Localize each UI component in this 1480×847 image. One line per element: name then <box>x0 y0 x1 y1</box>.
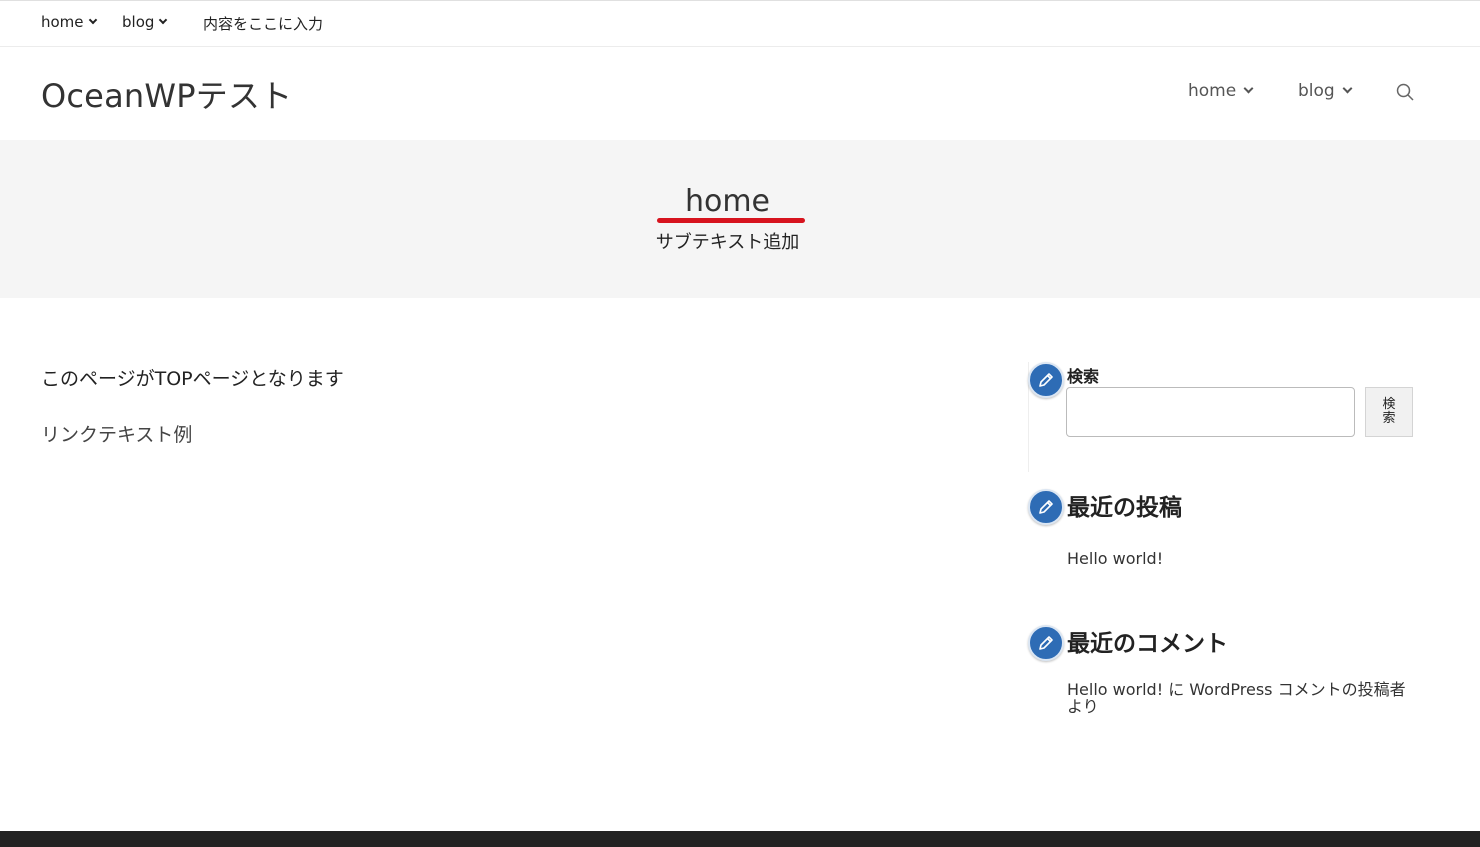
search-button[interactable]: 検索 <box>1365 387 1413 437</box>
nav-item-blog[interactable]: blog <box>1298 81 1353 101</box>
recent-comment-link[interactable]: Hello world! に WordPress コメントの投稿者 より <box>1067 681 1417 715</box>
topbar-item-label: home <box>41 13 84 31</box>
page-subtext: サブテキスト追加 <box>655 232 800 253</box>
chevron-down-icon <box>1342 83 1353 94</box>
nav-item-label: home <box>1188 81 1237 101</box>
search-input[interactable] <box>1066 387 1355 437</box>
recent-posts-title: 最近の投稿 <box>1067 495 1182 521</box>
topbar-item-home[interactable]: home <box>41 13 97 31</box>
page-title: home <box>684 184 771 219</box>
chevron-down-icon <box>1243 83 1254 94</box>
pencil-icon <box>1028 489 1064 525</box>
top-bar: home blog 内容をここに入力 <box>0 0 1480 47</box>
topbar-item-blog[interactable]: blog <box>122 13 168 31</box>
chevron-down-icon <box>159 15 168 25</box>
nav-item-home[interactable]: home <box>1188 81 1254 101</box>
topbar-item-label: 内容をここに入力 <box>203 15 324 33</box>
pencil-icon <box>1028 362 1064 398</box>
page-header: home サブテキスト追加 <box>0 140 1480 298</box>
content-paragraph: このページがTOPページとなります <box>41 368 344 390</box>
content-link[interactable]: リンクテキスト例 <box>41 420 192 447</box>
topbar-item-label: blog <box>122 13 155 31</box>
site-footer <box>0 831 1480 847</box>
title-underline <box>657 218 805 223</box>
recent-post-link[interactable]: Hello world! <box>1067 550 1417 567</box>
topbar-text: 内容をここに入力 <box>203 13 323 34</box>
search-icon[interactable] <box>1396 83 1414 101</box>
pencil-icon <box>1028 625 1064 661</box>
site-title[interactable]: OceanWPテスト <box>41 71 292 117</box>
site-header: OceanWPテスト home blog <box>0 47 1480 140</box>
chevron-down-icon <box>88 15 97 25</box>
search-widget-title: 検索 <box>1067 367 1100 386</box>
search-button-label: 検索 <box>1382 397 1396 426</box>
recent-comments-title: 最近のコメント <box>1067 631 1228 657</box>
nav-item-label: blog <box>1298 81 1335 101</box>
